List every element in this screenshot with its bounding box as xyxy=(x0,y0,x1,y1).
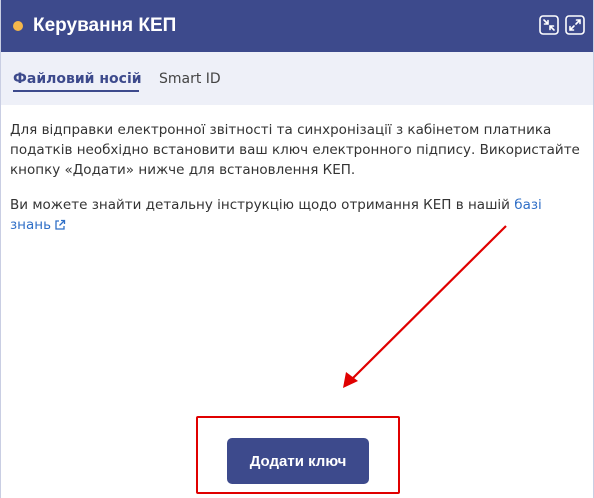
panel-title: Керування КЕП xyxy=(33,15,177,36)
knowledge-base-text: Ви можете знайти детальну інструкцію щод… xyxy=(10,197,515,213)
panel-header: Керування КЕП xyxy=(1,0,593,52)
status-dot xyxy=(13,21,23,31)
collapse-icon xyxy=(539,15,559,35)
instructions-paragraph: Для відправки електронної звітності та с… xyxy=(10,122,580,178)
tab-smart-id[interactable]: Smart ID xyxy=(159,70,221,88)
expand-button[interactable] xyxy=(565,15,585,35)
external-link-icon xyxy=(55,219,66,230)
collapse-button[interactable] xyxy=(539,15,559,35)
add-key-button[interactable]: Додати ключ xyxy=(227,438,369,484)
tab-file-carrier[interactable]: Файловий носій xyxy=(13,70,142,88)
active-tab-indicator xyxy=(13,90,139,92)
kep-management-panel: Керування КЕП Файловий носій Smart ID Дл… xyxy=(0,0,594,498)
instructions: Для відправки електронної звітності та с… xyxy=(10,120,580,250)
tabs-bar: Файловий носій Smart ID xyxy=(1,52,593,105)
knowledge-base-paragraph: Ви можете знайти детальну інструкцію щод… xyxy=(10,195,580,235)
expand-icon xyxy=(565,15,585,35)
